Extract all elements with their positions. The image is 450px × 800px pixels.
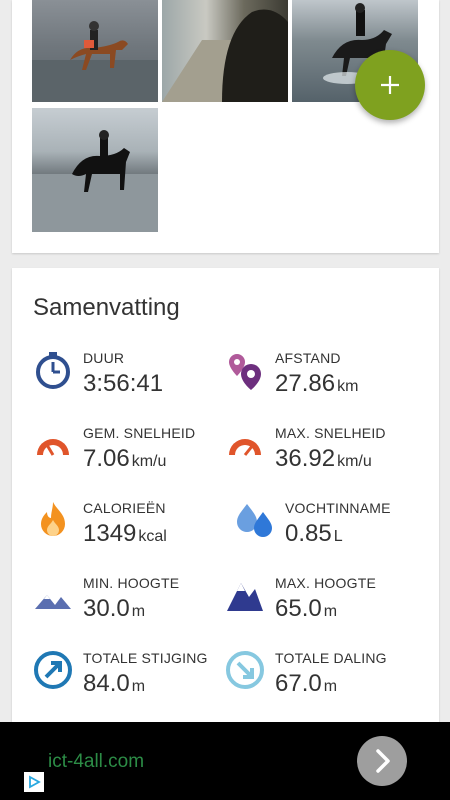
stat-value: 7.06 km/u	[83, 445, 167, 472]
stat-value: 1349 kcal	[83, 520, 167, 547]
stat-label: TOTALE DALING	[275, 650, 387, 666]
stat-calories: CALORIEËN 1349 kcal	[33, 500, 233, 560]
photo-card	[12, 0, 439, 253]
stopwatch-icon	[33, 350, 73, 390]
stat-label: MAX. HOOGTE	[275, 575, 376, 591]
mountain-low-icon	[33, 575, 73, 615]
stat-value: 84.0 m	[83, 670, 146, 697]
stat-value: 67.0 m	[275, 670, 338, 697]
horse-rider-shore-image	[32, 130, 158, 232]
map-pin-icon	[225, 350, 265, 390]
path-image	[162, 9, 288, 102]
stat-label: VOCHTINNAME	[285, 500, 391, 516]
stat-label: TOTALE STIJGING	[83, 650, 208, 666]
ad-choices-button[interactable]	[24, 772, 44, 792]
stat-total-ascent: TOTALE STIJGING 84.0 m	[33, 650, 233, 710]
stat-value: 3:56:41	[83, 370, 164, 397]
mountain-high-icon	[225, 575, 265, 615]
summary-card: Samenvatting DUUR 3:56:41 AFSTAND 27.86 k…	[12, 268, 439, 738]
stat-value: 36.92 km/u	[275, 445, 372, 472]
add-photo-button[interactable]	[355, 50, 425, 120]
flame-icon	[33, 500, 73, 540]
stat-value: 65.0 m	[275, 595, 338, 622]
stat-duration: DUUR 3:56:41	[33, 350, 233, 410]
ad-link-text[interactable]: ict-4all.com	[48, 751, 144, 773]
stat-label: GEM. SNELHEID	[83, 425, 196, 441]
stat-max-speed: MAX. SNELHEID 36.92 km/u	[225, 425, 425, 485]
speedometer-max-icon	[225, 425, 265, 465]
stat-label: MAX. SNELHEID	[275, 425, 386, 441]
ascent-arrow-icon	[33, 650, 73, 690]
stat-value: 0.85 L	[285, 520, 343, 547]
ad-choices-icon	[29, 775, 41, 789]
stat-value: 30.0 m	[83, 595, 146, 622]
photo-thumbnail-2[interactable]	[162, 0, 288, 102]
stat-distance: AFSTAND 27.86 km	[225, 350, 425, 410]
stat-value: 27.86 km	[275, 370, 359, 397]
photo-thumbnail-1[interactable]	[32, 0, 158, 102]
water-drops-icon	[235, 500, 275, 540]
stat-avg-speed: GEM. SNELHEID 7.06 km/u	[33, 425, 233, 485]
plus-icon	[381, 76, 399, 94]
stat-label: DUUR	[83, 350, 125, 366]
ad-open-button[interactable]	[357, 736, 407, 786]
summary-title: Samenvatting	[33, 294, 180, 321]
stat-max-altitude: MAX. HOOGTE 65.0 m	[225, 575, 425, 635]
descent-arrow-icon	[225, 650, 265, 690]
stat-total-descent: TOTALE DALING 67.0 m	[225, 650, 425, 710]
stat-label: MIN. HOOGTE	[83, 575, 180, 591]
stat-label: AFSTAND	[275, 350, 341, 366]
horse-rider-image	[32, 21, 158, 102]
chevron-right-icon	[376, 749, 390, 773]
photo-thumbnail-4[interactable]	[32, 108, 158, 232]
speedometer-avg-icon	[33, 425, 73, 465]
stat-water-intake: VOCHTINNAME 0.85 L	[235, 500, 435, 560]
stat-min-altitude: MIN. HOOGTE 30.0 m	[33, 575, 233, 635]
stat-label: CALORIEËN	[83, 500, 166, 516]
